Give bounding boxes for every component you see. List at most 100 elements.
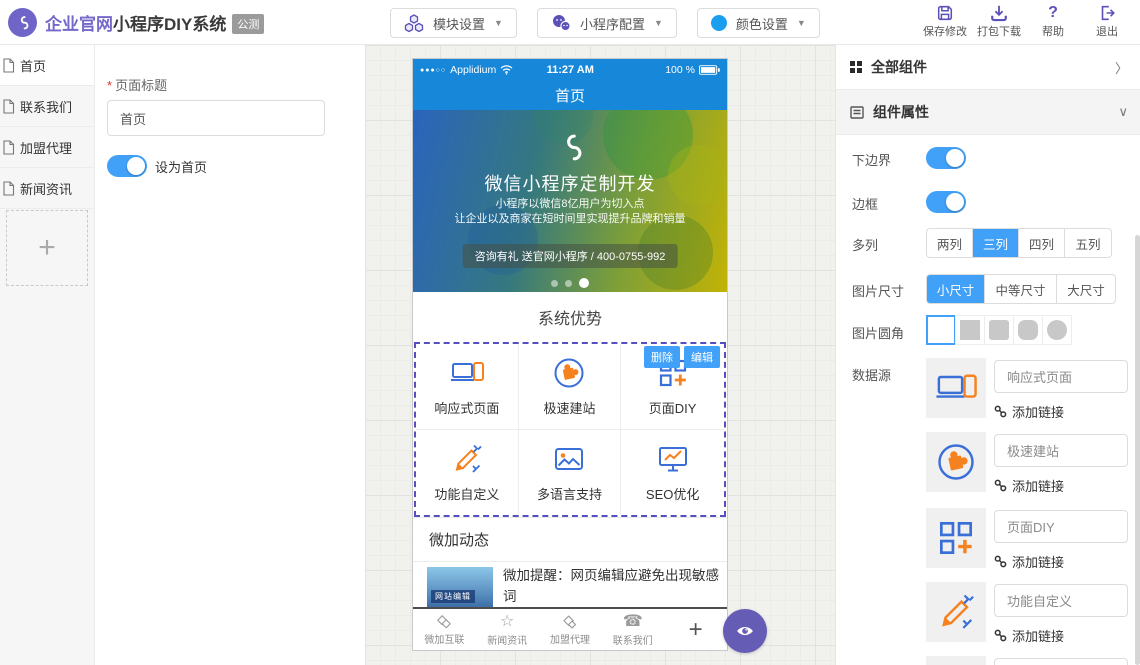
page-diy-icon <box>926 508 986 568</box>
module-settings-button[interactable]: 模块设置 ▼ <box>390 8 517 38</box>
exit-button[interactable]: 退出 <box>1080 4 1134 39</box>
all-components-row[interactable]: 全部组件 〉 <box>836 45 1140 90</box>
tab-news[interactable]: ☆ 新闻资讯 <box>476 609 539 650</box>
page-title-label: *页面标题 <box>107 75 167 94</box>
data-source-title-input[interactable] <box>994 658 1128 665</box>
help-button[interactable]: ? 帮助 <box>1026 4 1080 39</box>
grid-item-custom-function[interactable]: 功能自定义 <box>416 430 519 516</box>
chain-link-icon <box>994 479 1007 492</box>
tab-label: 新闻资讯 <box>487 632 527 647</box>
add-link-button[interactable]: 添加链接 <box>994 552 1064 571</box>
radius-option-large[interactable] <box>1013 315 1043 345</box>
top-header: 企业官网小程序DIY系统公测 模块设置 ▼ 小程序配置 ▼ 颜色设置 <box>0 0 1140 45</box>
data-source-title-input[interactable] <box>994 360 1128 393</box>
columns-option-5[interactable]: 五列 <box>1065 229 1111 257</box>
carousel-dot[interactable] <box>551 280 558 287</box>
plus-icon: + <box>38 231 56 265</box>
custom-function-icon <box>926 582 986 642</box>
seo-monitor-icon <box>655 441 691 477</box>
add-page-button[interactable]: + <box>6 210 88 286</box>
news-title: 微加提醒：网页编辑应避免出现敏感词 与极限词 <box>503 565 719 609</box>
set-home-row: 设为首页 <box>107 155 207 177</box>
sidebar-item-home[interactable]: 首页 <box>0 45 94 86</box>
responsive-page-icon <box>926 358 986 418</box>
grid-item-label: SEO优化 <box>646 484 699 503</box>
columns-segmented-control: 两列 三列 四列 五列 <box>926 228 1112 258</box>
selected-grid-component[interactable]: 响应式页面 极速建站 页面DIY <box>414 342 726 517</box>
component-properties-label: 组件属性 <box>873 102 929 122</box>
banner-subline-1: 小程序以微信8亿用户为切入点 <box>413 195 727 211</box>
bottom-border-toggle[interactable] <box>926 147 966 169</box>
pages-sidebar: 首页 联系我们 加盟代理 新闻资讯 + <box>0 45 95 665</box>
grid-item-label: 极速建站 <box>543 398 595 417</box>
image-radius-label: 图片圆角 <box>852 323 904 342</box>
edit-component-button[interactable]: 编辑 <box>684 346 720 368</box>
color-settings-button[interactable]: 颜色设置 ▼ <box>697 8 820 38</box>
page-title-input[interactable] <box>107 100 325 136</box>
data-source-item: 添加链接 <box>926 582 1131 642</box>
image-size-small-selected[interactable]: 小尺寸 <box>927 275 985 303</box>
tab-agency[interactable]: 加盟代理 <box>539 609 602 650</box>
sidebar-item-agency[interactable]: 加盟代理 <box>0 127 94 168</box>
delete-component-button[interactable]: 删除 <box>644 346 680 368</box>
save-button[interactable]: 保存修改 <box>918 4 972 39</box>
add-link-button[interactable]: 添加链接 <box>994 402 1064 421</box>
carousel-dot[interactable] <box>565 280 572 287</box>
color-dot-icon <box>711 15 727 31</box>
sidebar-item-label: 新闻资讯 <box>20 179 72 198</box>
tab-brand[interactable]: 微加互联 <box>413 609 476 650</box>
phone-nav-bar: 首页 <box>413 81 727 110</box>
grid-item-label: 功能自定义 <box>434 484 499 503</box>
save-icon <box>936 4 954 22</box>
add-link-button[interactable]: 添加链接 <box>994 476 1064 495</box>
miniprogram-logo-icon <box>413 130 727 164</box>
image-size-segmented-control: 小尺寸 中等尺寸 大尺寸 <box>926 274 1116 304</box>
preview-eye-button[interactable] <box>723 609 767 653</box>
document-icon <box>2 58 15 73</box>
chevron-right-icon: 〉 <box>1115 58 1128 77</box>
grid-item-fast-build[interactable]: 极速建站 <box>519 344 622 430</box>
grid-item-multi-language[interactable]: 多语言支持 <box>519 430 622 516</box>
component-properties-row[interactable]: 组件属性 ∨ <box>836 90 1140 135</box>
columns-option-2[interactable]: 两列 <box>927 229 973 257</box>
download-label: 打包下载 <box>977 23 1021 39</box>
radius-option-square[interactable] <box>955 315 985 345</box>
data-source-item: 添加链接 <box>926 432 1131 492</box>
data-source-title-input[interactable] <box>994 584 1128 617</box>
grid-item-seo[interactable]: SEO优化 <box>621 430 724 516</box>
header-actions: 保存修改 打包下载 ? 帮助 退出 <box>918 4 1134 39</box>
chain-link-icon <box>994 629 1007 642</box>
image-size-medium[interactable]: 中等尺寸 <box>985 275 1057 303</box>
fast-build-icon <box>551 355 587 391</box>
data-source-title-input[interactable] <box>994 510 1128 543</box>
grid-item-responsive[interactable]: 响应式页面 <box>416 344 519 430</box>
border-label: 边框 <box>852 194 878 213</box>
add-link-button[interactable]: 添加链接 <box>994 626 1064 645</box>
radius-option-none-selected[interactable] <box>926 315 956 345</box>
columns-option-3-selected[interactable]: 三列 <box>973 229 1019 257</box>
miniprogram-config-button[interactable]: 小程序配置 ▼ <box>537 8 677 38</box>
sidebar-item-contact[interactable]: 联系我们 <box>0 86 94 127</box>
tab-label: 加盟代理 <box>550 631 590 646</box>
banner-promo-pill: 咨询有礼 送官网小程序 / 400-0755-992 <box>463 244 678 268</box>
radius-option-circle[interactable] <box>1042 315 1072 345</box>
border-toggle[interactable] <box>926 191 966 213</box>
tab-add-button[interactable]: + <box>664 609 727 650</box>
sidebar-item-news[interactable]: 新闻资讯 <box>0 168 94 209</box>
tab-contact[interactable]: ☎ 联系我们 <box>601 609 664 650</box>
data-source-title-input[interactable] <box>994 434 1128 467</box>
bottom-border-label: 下边界 <box>852 150 891 169</box>
properties-list-icon <box>850 106 864 119</box>
banner-subline-2: 让企业以及商家在短时间里实现提升品牌和销量 <box>413 210 727 226</box>
download-button[interactable]: 打包下载 <box>972 4 1026 39</box>
panel-scrollbar[interactable] <box>1135 235 1140 665</box>
radius-option-small[interactable] <box>984 315 1014 345</box>
hero-banner[interactable]: 微信小程序定制开发 小程序以微信8亿用户为切入点 让企业以及商家在短时间里实现提… <box>413 110 727 292</box>
image-size-large[interactable]: 大尺寸 <box>1057 275 1115 303</box>
news-list-item[interactable]: 网站编辑 微加提醒：网页编辑应避免出现敏感词 与极限词 <box>413 562 727 609</box>
set-home-toggle[interactable] <box>107 155 147 177</box>
columns-option-4[interactable]: 四列 <box>1019 229 1065 257</box>
phone-nav-title: 首页 <box>555 85 585 106</box>
carousel-dot-active[interactable] <box>579 278 589 288</box>
phone-preview: ●●●○○ Applidium 11:27 AM 100 % 首页 <box>412 58 728 651</box>
